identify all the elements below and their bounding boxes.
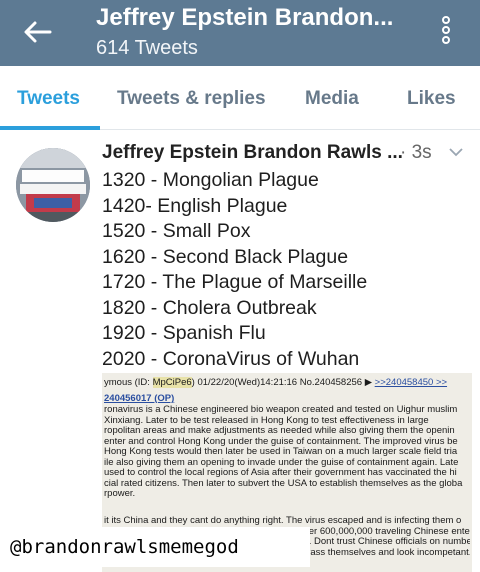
- tweet-line: 1920 - Spanish Flu: [102, 322, 266, 344]
- tab-tweets-and-replies[interactable]: Tweets & replies: [117, 88, 266, 110]
- tweet-line: 1820 - Cholera Outbreak: [102, 296, 317, 319]
- post-line: it its China and they cant do anything r…: [104, 516, 462, 526]
- post-body: ronavirus is a Chinese engineered bio we…: [104, 405, 470, 500]
- post-line: used to control the local regions of Asi…: [104, 468, 457, 478]
- post-line: ropolitan areas and make adjustments as …: [104, 426, 455, 436]
- post-author-prefix: ymous (ID:: [104, 377, 153, 388]
- more-options-icon[interactable]: [436, 14, 456, 50]
- tab-tweets[interactable]: Tweets: [17, 88, 80, 110]
- avatar-image: [16, 148, 90, 222]
- post-line: ile also giving them an opening to invad…: [104, 457, 459, 468]
- tweet-line: 1520 - Small Pox: [102, 220, 251, 242]
- tweet-text: 1320 - Mongolian Plague 1420- English Pl…: [102, 168, 472, 372]
- post-line: ronavirus is a Chinese engineered bio we…: [104, 405, 458, 415]
- post-line: rpower.: [104, 489, 136, 499]
- post-meta: ) 01/22/20(Wed)14:21:16 No.240458256 ▶: [191, 377, 375, 388]
- tweet-timestamp: · 3s: [400, 142, 432, 163]
- tweet-author[interactable]: Jeffrey Epstein Brandon Rawls ...: [102, 142, 403, 164]
- tweet-line: 1420- English Plague: [102, 194, 288, 217]
- post-line: enter and control Hong Kong under the gu…: [104, 436, 458, 447]
- watermark-handle: @brandonrawlsmemegod: [0, 527, 310, 567]
- profile-title: Jeffrey Epstein Brandon...: [96, 4, 394, 31]
- post-line: cial rated citizens. Then later to subve…: [104, 478, 463, 489]
- tab-media[interactable]: Media: [305, 88, 359, 110]
- post-op-reference: 240456017 (OP): [104, 393, 175, 404]
- tweet-count: 614 Tweets: [96, 37, 198, 59]
- post-line: Hong Kong tests would then later be used…: [104, 447, 458, 457]
- chevron-down-icon[interactable]: [448, 144, 464, 160]
- tweet-line: 1320 - Mongolian Plague: [102, 169, 319, 191]
- back-arrow-icon[interactable]: [20, 14, 56, 50]
- tweet-card[interactable]: Jeffrey Epstein Brandon Rawls ... · 3s 1…: [0, 130, 480, 572]
- app-header: Jeffrey Epstein Brandon... 614 Tweets: [0, 0, 480, 66]
- tweet-line: 2020 - CoronaVirus of Wuhan: [102, 347, 360, 370]
- tweet-line: 1720 - The Plague of Marseille: [102, 271, 368, 293]
- post-id: MpCiPe6: [152, 377, 192, 388]
- post-header: ymous (ID: MpCiPe6) 01/22/20(Wed)14:21:1…: [104, 377, 447, 388]
- tab-likes[interactable]: Likes: [407, 88, 456, 110]
- profile-tabs: Tweets Tweets & replies Media Likes: [0, 66, 480, 130]
- tweet-line: 1620 - Second Black Plague: [102, 245, 349, 268]
- post-reply-link: >>240458450 >>: [374, 377, 448, 388]
- post-line: Xinxiang. Later to be test released in H…: [104, 415, 429, 426]
- avatar[interactable]: [16, 148, 90, 222]
